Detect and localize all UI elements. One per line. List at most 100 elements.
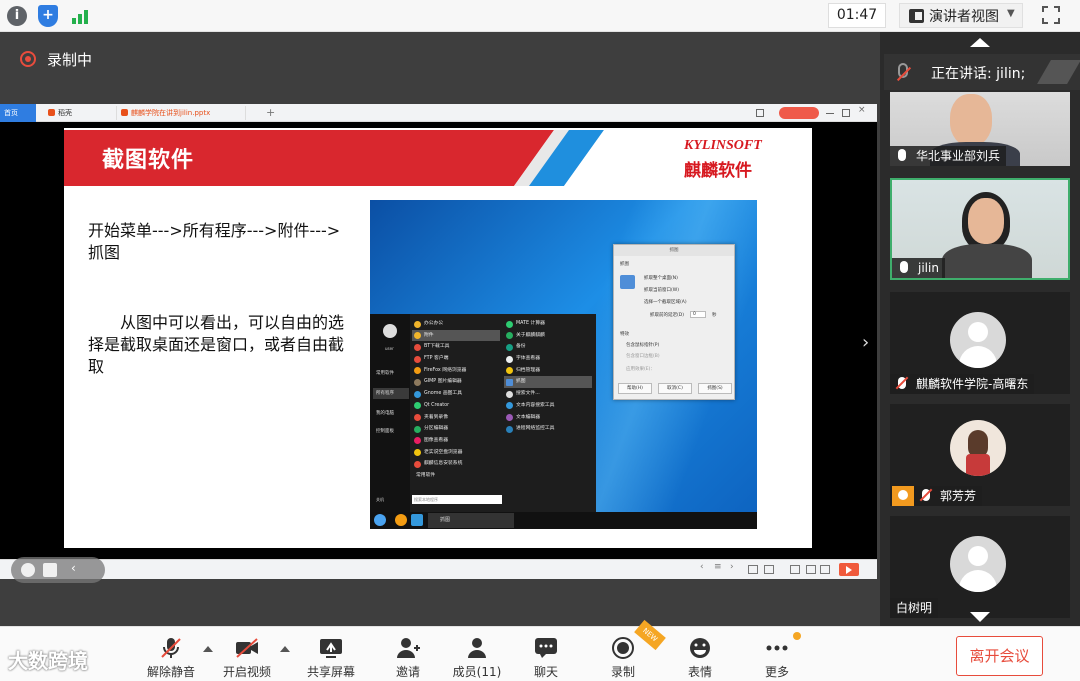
pin-icon[interactable]: [1037, 60, 1080, 84]
participant-tile-active[interactable]: jilin: [890, 178, 1070, 280]
program-label: FTP 客户端: [424, 356, 449, 362]
login-button[interactable]: [779, 107, 819, 119]
dialog-help-button: 帮助(H): [618, 383, 652, 394]
participant-tile[interactable]: 郭芳芳: [890, 404, 1070, 506]
record-icon: [612, 637, 634, 659]
delay-value: 0: [690, 311, 706, 318]
accessory-label: 文本编辑器: [516, 414, 540, 420]
chat-button[interactable]: 聊天: [511, 627, 581, 681]
main-stage: 录制中 首页 稻壳 麒麟学院在讲到jilin.pptx + × 截图软件 KYL…: [0, 32, 880, 626]
participant-video-face: [950, 94, 992, 146]
view-mode-select[interactable]: 演讲者视图 ▼: [899, 3, 1023, 28]
notes-icon[interactable]: [820, 565, 830, 574]
chevron-right-icon[interactable]: ›: [862, 332, 869, 353]
accessory-label: 文本内容搜索工具: [516, 402, 555, 408]
more-button[interactable]: 更多: [742, 627, 812, 681]
program-label: Gnome 画图工具: [424, 391, 463, 397]
program-item: 图像查看器: [412, 435, 500, 447]
fullscreen-icon[interactable]: [1041, 5, 1062, 26]
kylinsoft-logo-cn: 麒麟软件: [684, 161, 752, 181]
unmute-button[interactable]: 解除静音: [136, 627, 206, 681]
sorter-view-icon[interactable]: [764, 565, 774, 574]
emoji-icon: [690, 638, 710, 658]
new-tab-button[interactable]: +: [262, 106, 275, 120]
scroll-up-icon[interactable]: [970, 38, 990, 47]
program-item: FTP 客户端: [412, 353, 500, 365]
ppt-status-bar: ‹ ≡ ›: [0, 559, 877, 579]
list-icon[interactable]: ≡: [714, 562, 724, 572]
accessory-item: 进程网络监控工具: [504, 423, 592, 435]
video-options-caret[interactable]: [280, 646, 290, 652]
signal-icon[interactable]: [70, 6, 90, 26]
chat-label: 聊天: [533, 665, 558, 679]
shared-screen[interactable]: 首页 稻壳 麒麟学院在讲到jilin.pptx + × 截图软件 KYLINSO…: [0, 104, 877, 583]
nav-control-panel: 控制面板: [376, 429, 394, 434]
normal-view-icon[interactable]: [790, 565, 800, 574]
close-icon[interactable]: ×: [858, 105, 866, 115]
program-label: 老实说空盘浏览器: [424, 449, 463, 455]
program-item: Gnome 画图工具: [412, 388, 500, 400]
reactions-button[interactable]: 表情: [665, 627, 735, 681]
avatar: [950, 420, 1006, 476]
menu-icon[interactable]: [43, 563, 57, 577]
chevron-down-icon: ▼: [1007, 8, 1015, 19]
avatar: [950, 312, 1006, 368]
accessory-label: MATE 计算器: [516, 321, 545, 326]
tab-docer[interactable]: 稻壳: [44, 106, 104, 120]
leave-meeting-button[interactable]: 离开会议: [956, 636, 1043, 676]
mic-icon: [898, 149, 906, 161]
floating-controls[interactable]: ‹: [11, 557, 105, 583]
option-current-window: 抓取当前窗口(W): [644, 288, 679, 293]
layout-icon[interactable]: [756, 109, 764, 117]
shield-icon[interactable]: +: [38, 5, 58, 27]
next-page-icon[interactable]: ›: [730, 562, 740, 572]
participant-tile[interactable]: 白树明: [890, 516, 1070, 618]
collapse-icon[interactable]: ‹: [71, 561, 85, 575]
tab-home[interactable]: 首页: [0, 104, 36, 122]
delay-unit: 秒: [712, 313, 717, 318]
participant-tile[interactable]: 麒麟软件学院-高曙东: [890, 292, 1070, 394]
participant-tile[interactable]: 华北事业部刘兵: [890, 92, 1070, 166]
delay-label: 抓取前的延迟(D): [650, 313, 684, 318]
tab-pptx[interactable]: 麒麟学院在讲到jilin.pptx: [116, 106, 246, 120]
start-icon: [374, 514, 386, 526]
mic-muted-icon: [898, 63, 908, 78]
recording-icon: [20, 51, 36, 67]
reading-view-icon[interactable]: [806, 565, 816, 574]
accessory-item: 关于麒麟麒麟: [504, 330, 592, 342]
invite-label: 邀请: [395, 665, 420, 679]
more-label: 更多: [764, 665, 789, 679]
prev-page-icon[interactable]: ‹: [700, 562, 710, 572]
pen-icon[interactable]: [21, 563, 35, 577]
program-item: Qt Creator: [412, 400, 500, 412]
invite-button[interactable]: 邀请: [373, 627, 443, 681]
wps-tab-bar: 首页 稻壳 麒麟学院在讲到jilin.pptx + ×: [0, 104, 877, 122]
program-item: 麒麟信息安装系统: [412, 458, 500, 470]
program-footer: 常用软件: [416, 472, 436, 478]
minimize-icon[interactable]: [826, 109, 834, 114]
start-video-button[interactable]: 开启视频: [212, 627, 282, 681]
program-label: 图像查看器: [424, 437, 448, 443]
slide-body-description: 从图中可以看出，可以自由的选择是截取桌面还是窗口，或者自由截取: [88, 313, 345, 376]
mic-muted-icon: [922, 489, 930, 501]
slide-view-icon[interactable]: [748, 565, 758, 574]
maximize-icon[interactable]: [842, 109, 850, 117]
nav-my-computer: 我的电脑: [376, 411, 394, 416]
scroll-down-icon[interactable]: [970, 612, 990, 622]
accessory-label: 搜索文件...: [516, 391, 540, 397]
view-mode-label: 演讲者视图: [929, 9, 999, 25]
start-search-input: 搜索本地程序: [412, 495, 502, 504]
reactions-label: 表情: [687, 665, 712, 679]
speaking-label: 正在讲话: jilin;: [931, 66, 1026, 82]
program-label: 办公办公: [424, 321, 444, 326]
dialog-cancel-button: 取消(C): [658, 383, 692, 394]
program-label: FireFox 网络浏览器: [424, 367, 467, 373]
members-button[interactable]: 成员(11): [442, 627, 512, 681]
share-screen-button[interactable]: 共享屏幕: [296, 627, 366, 681]
accessory-item: 字体查看器: [504, 353, 592, 365]
participant-name: jilin: [892, 258, 945, 278]
play-slideshow-icon[interactable]: [839, 563, 859, 576]
shutdown-button: 关机: [376, 497, 384, 502]
participant-name-text: 麒麟软件学院-高曙东: [916, 377, 1029, 391]
info-icon[interactable]: i: [7, 6, 27, 26]
